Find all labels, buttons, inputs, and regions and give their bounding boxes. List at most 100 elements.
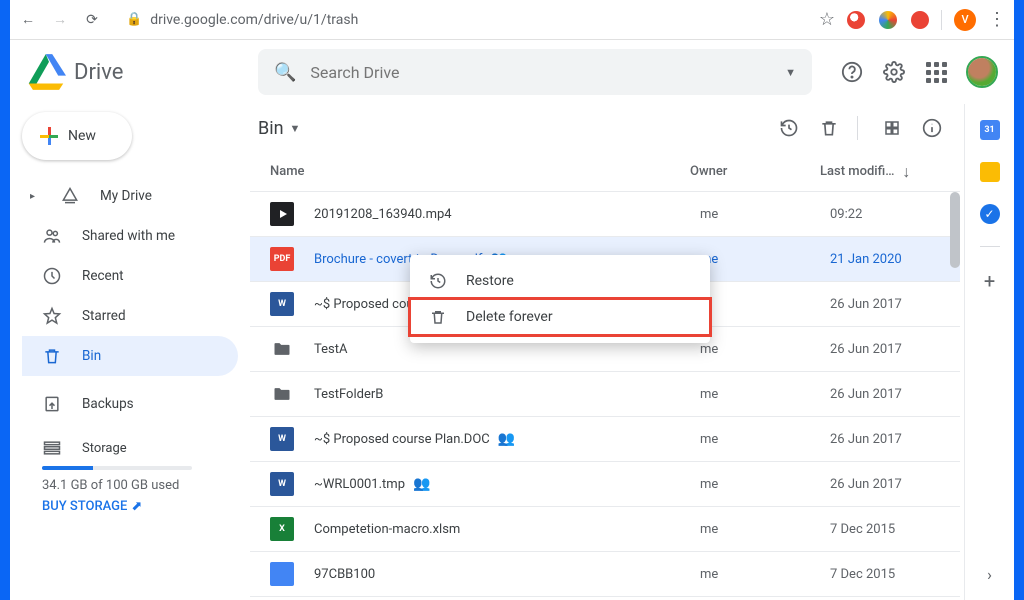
sidebar-item-bin[interactable]: Bin <box>22 336 238 376</box>
file-name: TestFolderB <box>314 387 700 402</box>
file-row[interactable]: X Competetion-macro.xlsmme7 Dec 2015 <box>250 507 960 552</box>
side-panel: 31 ✓ + › <box>964 104 1014 600</box>
scrollbar[interactable] <box>950 192 960 268</box>
sidebar-item-shared[interactable]: Shared with me <box>22 216 238 256</box>
file-modified: 7 Dec 2015 <box>830 567 940 582</box>
file-owner: me <box>700 567 830 582</box>
file-name: 97CBB100 <box>314 567 700 582</box>
search-input[interactable] <box>310 63 771 82</box>
file-row[interactable]: 97CBB100me7 Dec 2015 <box>250 552 960 597</box>
file-type-icon: W <box>270 472 294 496</box>
sidebar-item-recent[interactable]: Recent <box>22 256 238 296</box>
file-list: 20191208_163940.mp4me09:22PDFBrochure - … <box>250 192 960 600</box>
file-modified: 7 Dec 2015 <box>830 522 940 537</box>
nav-back-icon[interactable]: ← <box>18 11 38 28</box>
my-drive-icon <box>60 186 80 206</box>
app-header: Drive 🔍 ▼ <box>10 40 1014 104</box>
sidebar-item-label: Recent <box>82 268 124 284</box>
storage-icon <box>42 438 62 458</box>
ctx-delete-forever[interactable]: Delete forever <box>410 299 710 335</box>
calendar-icon[interactable]: 31 <box>980 120 1000 140</box>
trash-icon <box>42 346 62 366</box>
nav-reload-icon[interactable]: ⟳ <box>82 12 102 28</box>
buy-storage-link[interactable]: BUY STORAGE ⬈ <box>42 499 238 514</box>
file-row[interactable]: W~$ Proposed course Plan.DOC👥me26 Jun 20… <box>250 417 960 462</box>
apps-grid-icon[interactable] <box>924 60 948 84</box>
file-owner: me <box>700 432 830 447</box>
file-modified: 26 Jun 2017 <box>830 297 940 312</box>
file-name: 20191208_163940.mp4 <box>314 207 700 222</box>
col-owner[interactable]: Owner <box>690 164 820 179</box>
star-icon <box>42 306 62 326</box>
ext-icon-2[interactable] <box>879 11 897 29</box>
new-button[interactable]: New <box>22 112 132 160</box>
file-type-icon: X <box>270 517 294 541</box>
address-bar[interactable]: 🔒 drive.google.com/drive/u/1/trash <box>114 12 807 28</box>
drive-logo[interactable]: Drive <box>26 54 250 90</box>
file-owner: me <box>700 252 830 267</box>
nav-forward-icon[interactable]: → <box>50 11 70 28</box>
delete-icon[interactable] <box>817 116 841 140</box>
storage-used-text: 34.1 GB of 100 GB used <box>42 478 238 493</box>
sort-arrow-down-icon: ↓ <box>902 162 910 182</box>
file-modified: 26 Jun 2017 <box>830 477 940 492</box>
star-icon[interactable]: ☆ <box>819 9 835 30</box>
storage-bar <box>42 466 192 470</box>
search-icon: 🔍 <box>274 62 296 83</box>
sidebar-item-label: My Drive <box>100 188 152 204</box>
location-dropdown[interactable]: Bin ▼ <box>258 118 300 139</box>
file-name: ~WRL0001.tmp👥 <box>314 476 700 492</box>
caret-right-icon: ▸ <box>30 191 40 202</box>
keep-icon[interactable] <box>980 162 1000 182</box>
file-type-icon: PDF <box>270 247 294 271</box>
ctx-restore[interactable]: Restore <box>410 263 710 299</box>
column-headers: Name Owner Last modifi… ↓ <box>250 152 960 192</box>
drive-triangle-icon <box>26 54 66 90</box>
browser-menu-icon[interactable]: ⋮ <box>988 9 1006 30</box>
file-owner: me <box>700 207 830 222</box>
file-row[interactable]: W~WRL0001.tmp👥me26 Jun 2017 <box>250 462 960 507</box>
collapse-rail-icon[interactable]: › <box>987 565 992 584</box>
sidebar-item-backups[interactable]: Backups <box>22 384 238 424</box>
shared-icon <box>42 226 62 246</box>
file-modified: 21 Jan 2020 <box>830 252 940 267</box>
sidebar-item-my-drive[interactable]: ▸ My Drive <box>22 176 238 216</box>
ext-icon-1[interactable] <box>847 11 865 29</box>
col-modified[interactable]: Last modifi… ↓ <box>820 162 940 182</box>
profile-avatar-small[interactable]: V <box>954 9 976 31</box>
sidebar: New ▸ My Drive Shared with me Recent Sta… <box>10 104 250 600</box>
account-avatar[interactable] <box>966 56 998 88</box>
file-row[interactable]: 20191208_163940.mp4me09:22 <box>250 192 960 237</box>
file-owner: me <box>700 342 830 357</box>
addons-plus-icon[interactable]: + <box>984 269 995 293</box>
tasks-icon[interactable]: ✓ <box>980 204 1000 224</box>
file-type-icon <box>270 562 294 586</box>
toolbar-divider <box>857 116 858 140</box>
ext-icon-3[interactable] <box>911 11 929 29</box>
file-owner: me <box>700 522 830 537</box>
backups-icon <box>42 394 62 414</box>
file-row[interactable]: TestFolderBme26 Jun 2017 <box>250 372 960 417</box>
url-text: drive.google.com/drive/u/1/trash <box>150 12 358 28</box>
file-owner: me <box>700 387 830 402</box>
restore-icon[interactable] <box>777 116 801 140</box>
grid-view-icon[interactable] <box>880 116 904 140</box>
shared-badge-icon: 👥 <box>413 476 430 492</box>
lock-icon: 🔒 <box>126 12 142 27</box>
context-menu: RestoreDelete forever <box>410 255 710 343</box>
info-icon[interactable] <box>920 116 944 140</box>
extension-icons <box>847 11 929 29</box>
search-dropdown-icon[interactable]: ▼ <box>785 66 796 79</box>
storage-label: Storage <box>82 441 127 456</box>
settings-gear-icon[interactable] <box>882 60 906 84</box>
help-icon[interactable] <box>840 60 864 84</box>
browser-toolbar: ← → ⟳ 🔒 drive.google.com/drive/u/1/trash… <box>10 0 1014 40</box>
shared-badge-icon: 👥 <box>498 431 515 447</box>
file-name: ~$ Proposed course Plan.DOC👥 <box>314 431 700 447</box>
col-name[interactable]: Name <box>258 164 690 179</box>
sidebar-item-starred[interactable]: Starred <box>22 296 238 336</box>
search-bar[interactable]: 🔍 ▼ <box>258 49 812 95</box>
sidebar-item-label: Backups <box>82 396 134 412</box>
main-content: Bin ▼ Name Owner Last modifi… ↓ <box>250 104 964 600</box>
file-name: Competetion-macro.xlsm <box>314 522 700 537</box>
